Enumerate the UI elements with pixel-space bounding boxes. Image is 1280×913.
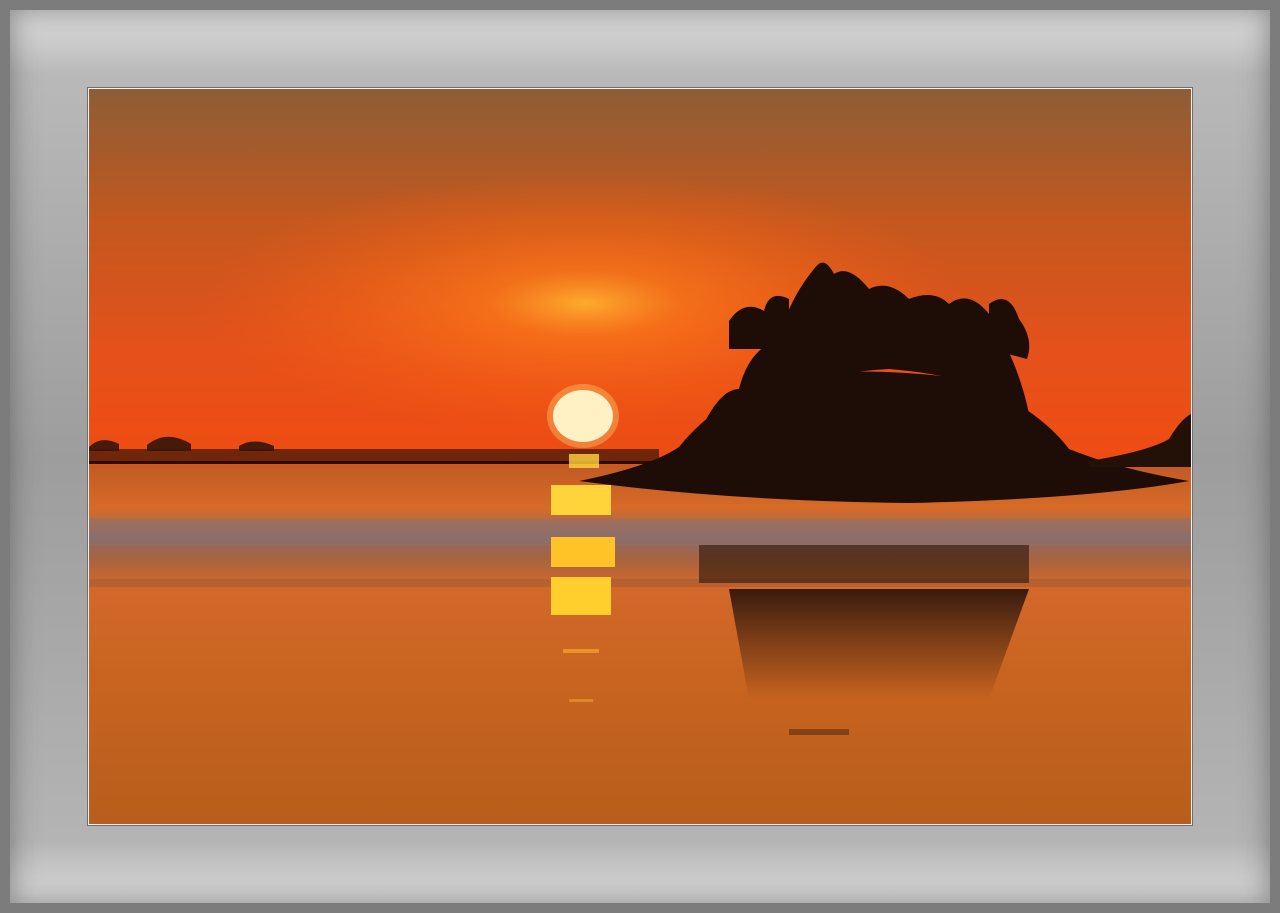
water-calm-band — [89, 519, 1191, 545]
sunset-photo — [89, 89, 1191, 824]
picture-frame — [0, 0, 1280, 913]
photo-mat — [88, 88, 1192, 825]
water — [89, 465, 1191, 824]
sun-halo — [547, 384, 619, 448]
